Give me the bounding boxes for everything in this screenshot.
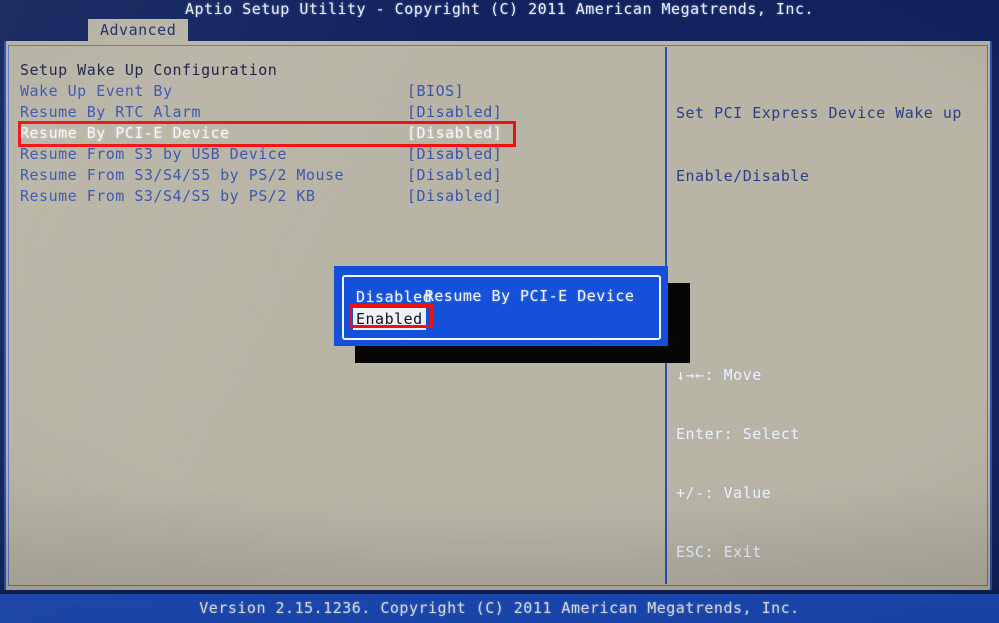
help-line-1: Set PCI Express Device Wake up: [676, 104, 962, 122]
title-bar: Aptio Setup Utility - Copyright (C) 2011…: [184, 0, 815, 18]
setting-label: Resume From S3/S4/S5 by PS/2 Mouse: [20, 166, 345, 184]
section-title-label: Setup Wake Up Configuration: [20, 61, 278, 79]
help-line-2: Enable/Disable: [676, 167, 810, 185]
setting-value[interactable]: [Disabled]: [407, 186, 502, 207]
bios-setup-screen: Aptio Setup Utility - Copyright (C) 2011…: [0, 0, 999, 623]
legend-select: Enter: Select: [676, 424, 800, 443]
option-dialog: Resume By PCI-E Device Disabled Enabled: [334, 266, 668, 346]
setting-label: Resume By RTC Alarm: [20, 103, 202, 121]
setting-row-resume-by-rtc-alarm[interactable]: Resume By RTC Alarm [Disabled]: [20, 102, 650, 123]
setting-label: Resume From S3 by USB Device: [20, 145, 287, 163]
setting-label: Resume By PCI-E Device: [20, 124, 230, 142]
settings-list: Setup Wake Up Configuration Wake Up Even…: [20, 60, 650, 207]
setting-row-wake-up-event-by[interactable]: Wake Up Event By [BIOS]: [20, 81, 650, 102]
setting-value[interactable]: [Disabled]: [407, 102, 502, 123]
setting-label: Wake Up Event By: [20, 82, 173, 100]
dialog-option-list: Disabled Enabled: [353, 286, 435, 330]
setting-value[interactable]: [Disabled]: [407, 165, 502, 186]
legend-move: ↓→←: Move: [676, 366, 762, 385]
settings-section-title: Setup Wake Up Configuration: [20, 60, 650, 81]
setting-row-resume-from-ps2-mouse[interactable]: Resume From S3/S4/S5 by PS/2 Mouse [Disa…: [20, 165, 650, 186]
help-pane: Set PCI Express Device Wake up Enable/Di…: [676, 61, 988, 229]
key-legend: ↓→←: Move Enter: Select +/-: Value ESC: …: [676, 327, 988, 623]
setting-value[interactable]: [BIOS]: [407, 81, 464, 102]
setting-row-resume-by-pci-e-device[interactable]: Resume By PCI-E Device [Disabled]: [20, 123, 650, 144]
legend-exit: ESC: Exit: [676, 542, 762, 561]
setting-row-resume-from-ps2-kb[interactable]: Resume From S3/S4/S5 by PS/2 KB [Disable…: [20, 186, 650, 207]
dialog-option-enabled[interactable]: Enabled: [353, 308, 426, 330]
setting-row-resume-from-s3-by-usb-device[interactable]: Resume From S3 by USB Device [Disabled]: [20, 144, 650, 165]
setting-label: Resume From S3/S4/S5 by PS/2 KB: [20, 187, 316, 205]
setting-value[interactable]: [Disabled]: [407, 144, 502, 165]
setting-value[interactable]: [Disabled]: [407, 123, 502, 144]
tab-advanced[interactable]: Advanced: [88, 19, 189, 41]
dialog-option-disabled[interactable]: Disabled: [353, 286, 435, 308]
dialog-title-text: Resume By PCI-E Device: [414, 287, 645, 305]
footer-bar: Version 2.15.1236. Copyright (C) 2011 Am…: [0, 594, 999, 623]
legend-value: +/-: Value: [676, 483, 772, 502]
tab-strip: Advanced: [0, 19, 999, 41]
